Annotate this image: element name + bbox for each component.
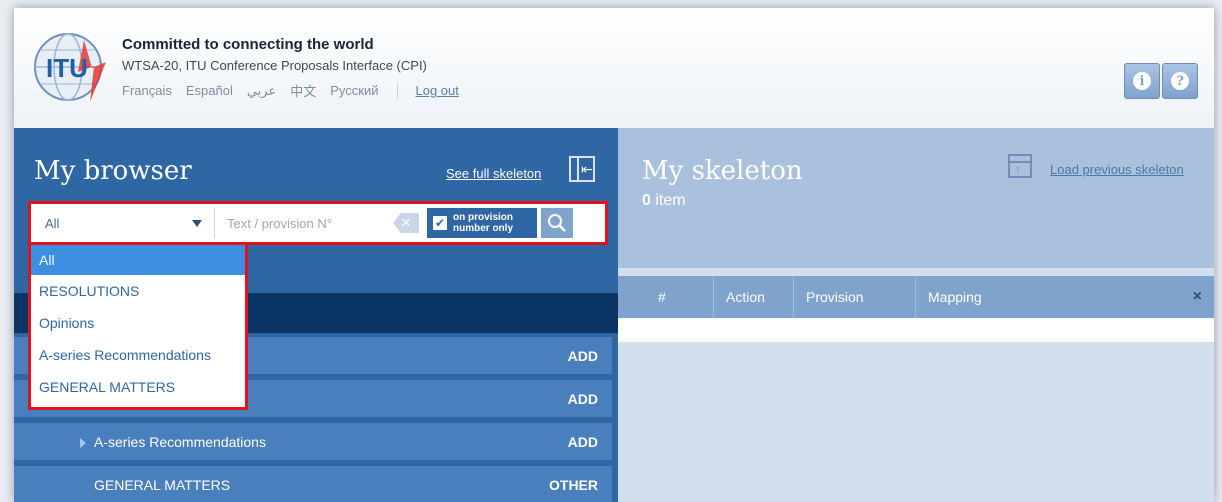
column-header-provision: Provision [794, 276, 916, 318]
collapse-panel-icon[interactable]: ⇤ [569, 156, 595, 182]
other-button[interactable]: OTHER [549, 477, 598, 493]
category-dropdown: All RESOLUTIONS Opinions A-series Recomm… [28, 242, 248, 410]
checkbox-label: on provision number only [453, 212, 514, 234]
column-header-number: # [618, 276, 714, 318]
lang-link-ru[interactable]: Русский [330, 83, 378, 98]
search-icon [548, 214, 566, 232]
app-window: ITU Committed to connecting the world WT… [14, 8, 1214, 502]
category-select-value: All [45, 215, 60, 231]
logout-link[interactable]: Log out [416, 83, 459, 98]
dropdown-option[interactable]: A-series Recommendations [31, 339, 245, 371]
browser-panel: My browser See full skeleton ⇤ All Text … [14, 128, 618, 502]
close-icon: ✕ [400, 215, 412, 230]
chevron-down-icon [192, 220, 202, 227]
provision-number-checkbox[interactable]: ✔ on provision number only [427, 208, 537, 238]
dropdown-option[interactable]: All [31, 245, 245, 275]
language-bar: Français Español عربي 中文 Русский Log out [122, 81, 459, 100]
skeleton-header [618, 128, 1214, 268]
skeleton-table-body [618, 318, 1214, 342]
tree-row[interactable]: A-series Recommendations ADD [14, 423, 612, 463]
skeleton-table-header: # Action Provision Mapping × [618, 276, 1214, 318]
search-input[interactable]: Text / provision N° [219, 208, 419, 238]
browser-title: My browser [34, 156, 192, 186]
lang-link-ar[interactable]: عربي [247, 83, 276, 99]
info-button[interactable]: i [1124, 63, 1160, 99]
lang-link-fr[interactable]: Français [122, 83, 172, 98]
add-button[interactable]: ADD [568, 348, 598, 364]
column-header-mapping: Mapping [928, 289, 982, 305]
checkbox-checked-icon: ✔ [433, 216, 447, 230]
itu-logo: ITU [34, 33, 106, 102]
expand-icon[interactable] [80, 438, 86, 448]
conference-subtitle: WTSA-20, ITU Conference Proposals Interf… [122, 58, 427, 73]
tree-row-label: GENERAL MATTERS [94, 477, 231, 493]
column-header-action: Action [714, 276, 794, 318]
see-full-skeleton-link[interactable]: See full skeleton [446, 166, 541, 181]
search-bar: All Text / provision N° ✕ ✔ on provision… [28, 201, 608, 245]
load-previous-skeleton-link[interactable]: Load previous skeleton [1050, 162, 1184, 177]
info-icon: i [1133, 72, 1151, 90]
search-button[interactable] [541, 208, 573, 238]
help-icon: ? [1171, 72, 1189, 90]
skeleton-title: My skeleton [642, 156, 803, 186]
skeleton-panel: My skeleton 0 item ↑ Load previous skele… [618, 128, 1214, 502]
dropdown-option[interactable]: Opinions [31, 307, 245, 339]
header: ITU Committed to connecting the world WT… [14, 8, 1214, 128]
dropdown-option[interactable]: GENERAL MATTERS [31, 371, 245, 403]
lang-link-es[interactable]: Español [186, 83, 233, 98]
divider [396, 82, 398, 99]
help-button[interactable]: ? [1162, 63, 1198, 99]
upload-icon[interactable]: ↑ [1008, 154, 1032, 178]
item-count: 0 item [642, 192, 686, 209]
svg-text:ITU: ITU [46, 53, 88, 83]
add-button[interactable]: ADD [568, 391, 598, 407]
close-icon[interactable]: × [1193, 288, 1202, 306]
lang-link-zh[interactable]: 中文 [290, 81, 316, 100]
search-input-placeholder: Text / provision N° [227, 215, 332, 231]
add-button[interactable]: ADD [568, 434, 598, 450]
category-select[interactable]: All [35, 208, 215, 238]
tagline: Committed to connecting the world [122, 36, 374, 53]
tree-row[interactable]: GENERAL MATTERS OTHER [14, 466, 612, 502]
tree-row-label: A-series Recommendations [94, 434, 266, 450]
dropdown-option[interactable]: RESOLUTIONS [31, 275, 245, 307]
